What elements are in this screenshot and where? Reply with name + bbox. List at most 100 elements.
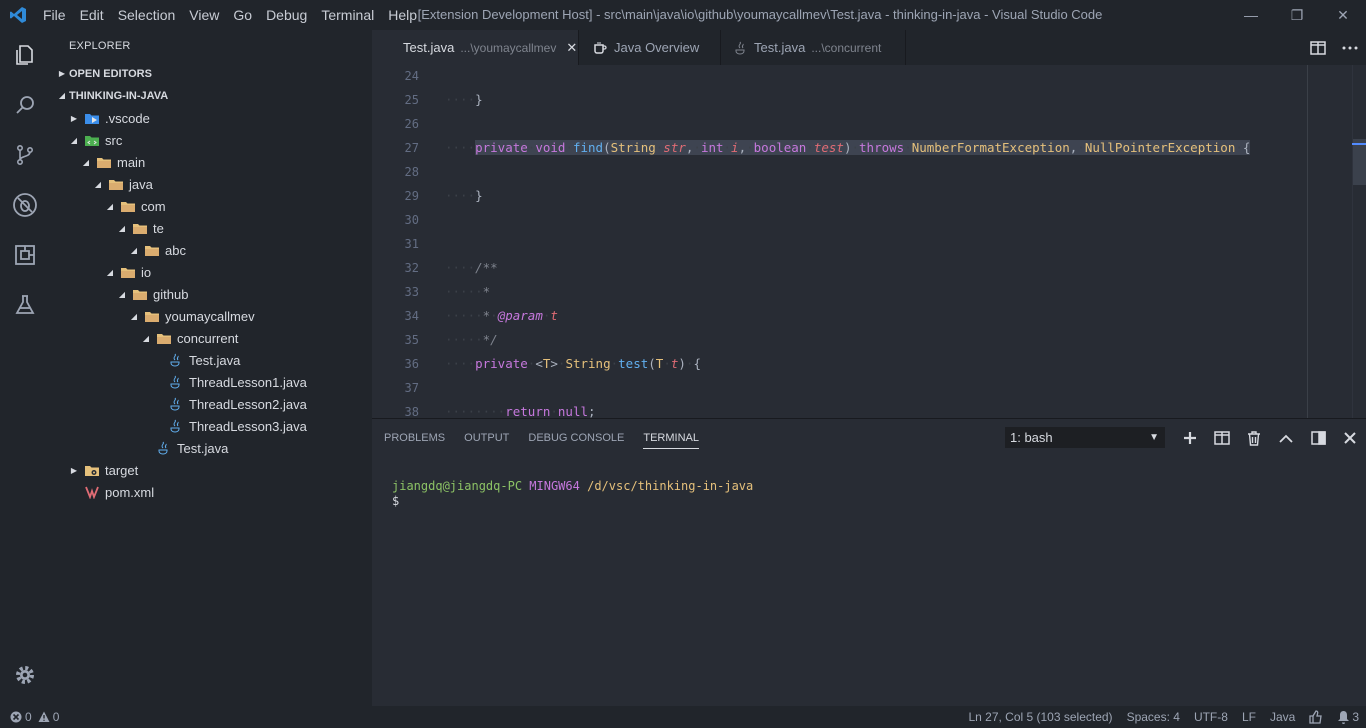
tree-item-label: com bbox=[141, 198, 166, 214]
tab-test-java[interactable]: Test.java ...\youmaycallmev ✕ bbox=[372, 30, 579, 65]
status-problems[interactable]: 0 0 bbox=[0, 710, 59, 724]
folder-icon bbox=[108, 176, 124, 192]
indentation[interactable]: Spaces: 4 bbox=[1120, 706, 1187, 728]
tree-folder[interactable]: ◢ te bbox=[50, 217, 372, 239]
tree-item-label: github bbox=[153, 286, 189, 302]
tab-debug-console[interactable]: DEBUG CONSOLE bbox=[528, 428, 624, 448]
language-mode[interactable]: Java bbox=[1263, 706, 1302, 728]
gear-icon[interactable] bbox=[0, 650, 50, 700]
tree-file[interactable]: pom.xml bbox=[50, 481, 372, 503]
split-terminal-icon[interactable] bbox=[1206, 421, 1238, 455]
chevron-down-icon: ◢ bbox=[130, 311, 138, 321]
cursor-position[interactable]: Ln 27, Col 5 (103 selected) bbox=[961, 706, 1119, 728]
tab-problems[interactable]: PROBLEMS bbox=[384, 428, 445, 448]
tree-file[interactable]: ThreadLesson3.java bbox=[50, 415, 372, 437]
chevron-up-icon[interactable] bbox=[1270, 421, 1302, 455]
java-file-icon bbox=[168, 352, 184, 368]
maximize-button[interactable]: ❐ bbox=[1274, 0, 1320, 30]
tree-folder[interactable]: ◢ github bbox=[50, 283, 372, 305]
java-file-icon bbox=[735, 41, 747, 55]
scroll-thumb[interactable] bbox=[1353, 139, 1366, 185]
menu-terminal[interactable]: Terminal bbox=[314, 0, 381, 30]
debug-icon[interactable] bbox=[0, 180, 50, 230]
terminal-select[interactable]: 1: bash ▼ bbox=[1005, 427, 1165, 448]
tree-folder[interactable]: ◢ src bbox=[50, 129, 372, 151]
open-editors-section[interactable]: ▶ OPEN EDITORS bbox=[50, 63, 372, 85]
tree-file[interactable]: Test.java bbox=[50, 349, 372, 371]
code-editor[interactable]: 24 25 ····} 26 27 ····private·void·find(Strin… bbox=[372, 65, 1366, 418]
tree-folder[interactable]: ◢ concurrent bbox=[50, 327, 372, 349]
code-text: ·····* bbox=[445, 284, 491, 299]
tab-terminal[interactable]: TERMINAL bbox=[643, 428, 699, 449]
tree-item-label: Test.java bbox=[177, 440, 229, 456]
menu-selection[interactable]: Selection bbox=[111, 0, 183, 30]
folder-icon bbox=[144, 242, 160, 258]
test-flask-icon[interactable] bbox=[0, 280, 50, 330]
terminal-user: jiangdq@jiangdq-PC bbox=[392, 479, 523, 493]
split-editor-icon[interactable] bbox=[1302, 30, 1334, 65]
code-line: 29 ····} bbox=[372, 184, 1307, 208]
tree-item-label: concurrent bbox=[177, 330, 239, 346]
code-text: ····private·void·find(String·str,·int·i,… bbox=[445, 140, 1251, 155]
project-section[interactable]: ◢ THINKING-IN-JAVA bbox=[50, 85, 372, 107]
line-number: 24 bbox=[404, 69, 419, 83]
tree-folder[interactable]: ◢ abc bbox=[50, 239, 372, 261]
tree-item-label: src bbox=[105, 132, 123, 148]
code-line: 31 bbox=[372, 232, 1307, 256]
new-terminal-icon[interactable] bbox=[1174, 421, 1206, 455]
trash-icon[interactable] bbox=[1238, 421, 1270, 455]
tree-folder[interactable]: ◢ com bbox=[50, 195, 372, 217]
tree-folder[interactable]: ▶ .vscode bbox=[50, 107, 372, 129]
chevron-down-icon: ◢ bbox=[118, 289, 126, 299]
tree-folder[interactable]: ▶ target bbox=[50, 459, 372, 481]
folder-icon bbox=[132, 220, 148, 236]
tab-java-overview[interactable]: Java Overview bbox=[579, 30, 721, 65]
menu-file[interactable]: File bbox=[36, 0, 73, 30]
line-ending[interactable]: LF bbox=[1235, 706, 1263, 728]
folder-icon bbox=[120, 264, 136, 280]
tree-file[interactable]: ThreadLesson2.java bbox=[50, 393, 372, 415]
encoding[interactable]: UTF-8 bbox=[1187, 706, 1235, 728]
menu-go[interactable]: Go bbox=[226, 0, 259, 30]
tree-folder[interactable]: ◢ youmaycallmev bbox=[50, 305, 372, 327]
source-control-icon[interactable] bbox=[0, 130, 50, 180]
more-actions-icon[interactable] bbox=[1334, 30, 1366, 65]
tree-folder[interactable]: ◢ main bbox=[50, 151, 372, 173]
code-line: 24 bbox=[372, 65, 1307, 88]
editor-tabs: Test.java ...\youmaycallmev ✕ Java Overv… bbox=[372, 30, 1366, 65]
menu-edit[interactable]: Edit bbox=[73, 0, 111, 30]
tree-file[interactable]: Test.java bbox=[50, 437, 372, 459]
feedback-icon[interactable] bbox=[1302, 706, 1330, 728]
line-number: 34 bbox=[404, 309, 419, 323]
notifications[interactable]: 3 bbox=[1330, 706, 1366, 728]
toggle-panel-position-icon[interactable] bbox=[1302, 421, 1334, 455]
window-title: [Extension Development Host] - src\main\… bbox=[417, 7, 1103, 22]
scroll-cursor-marker bbox=[1352, 143, 1366, 145]
editor-scrollbar[interactable] bbox=[1352, 65, 1366, 418]
terminal-output[interactable]: jiangdq@jiangdq-PC MINGW64 /d/vsc/thinki… bbox=[392, 479, 753, 509]
tree-item-label: te bbox=[153, 220, 164, 236]
tree-folder[interactable]: ◢ java bbox=[50, 173, 372, 195]
terminal-line: jiangdq@jiangdq-PC MINGW64 /d/vsc/thinki… bbox=[392, 479, 753, 494]
search-icon[interactable] bbox=[0, 80, 50, 130]
code-text: ·····*/ bbox=[445, 332, 498, 347]
tree-file[interactable]: ThreadLesson1.java bbox=[50, 371, 372, 393]
menu-view[interactable]: View bbox=[182, 0, 226, 30]
extensions-icon[interactable] bbox=[0, 230, 50, 280]
close-panel-icon[interactable] bbox=[1334, 421, 1366, 455]
close-button[interactable]: ✕ bbox=[1320, 0, 1366, 30]
minimize-button[interactable]: — bbox=[1228, 0, 1274, 30]
close-icon[interactable]: ✕ bbox=[566, 40, 577, 56]
tree-folder[interactable]: ◢ io bbox=[50, 261, 372, 283]
explorer-icon[interactable] bbox=[0, 30, 50, 80]
menu-debug[interactable]: Debug bbox=[259, 0, 314, 30]
tree-item-label: java bbox=[129, 176, 153, 192]
java-overview-icon bbox=[593, 41, 607, 55]
dropdown-arrow-icon: ▼ bbox=[1149, 432, 1159, 443]
chevron-down-icon: ◢ bbox=[106, 201, 114, 211]
menu-bar: File Edit Selection View Go Debug Termin… bbox=[36, 0, 424, 30]
line-number: 25 bbox=[404, 93, 419, 107]
tab-output[interactable]: OUTPUT bbox=[464, 428, 509, 448]
line-number: 32 bbox=[404, 261, 419, 275]
tab-test-java-concurrent[interactable]: Test.java ...\concurrent bbox=[721, 30, 906, 65]
